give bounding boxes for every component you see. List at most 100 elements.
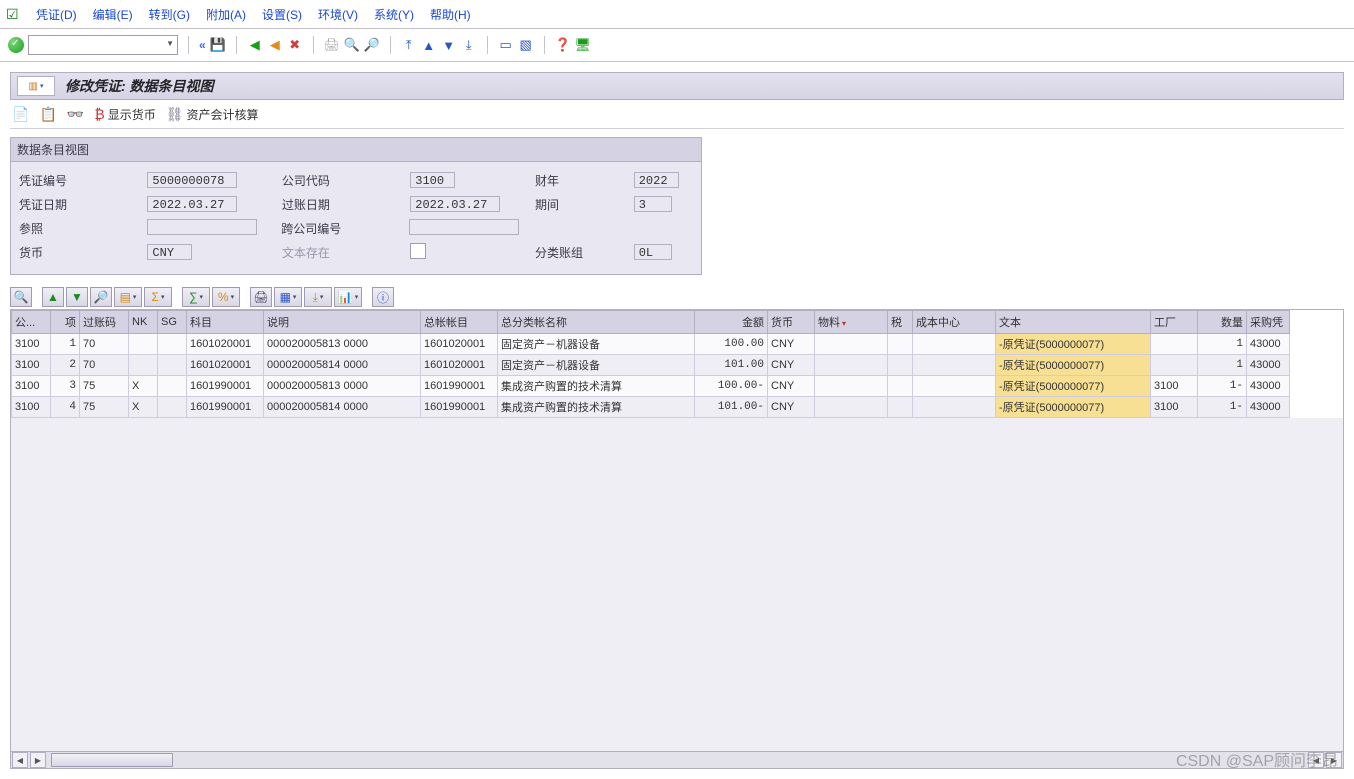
alv-layout-icon[interactable]: 📊▾ <box>334 287 362 307</box>
back-icon[interactable]: ◀ <box>247 37 263 53</box>
column-header-nk[interactable]: NK <box>129 311 158 334</box>
cell-tax <box>888 397 913 418</box>
display-currency-button[interactable]: ₿ 显示货币 <box>94 106 155 123</box>
cell-gl: 1601990001 <box>421 397 498 418</box>
shortcut-icon[interactable]: ▧ <box>518 37 534 53</box>
first-page-icon[interactable]: ⤒ <box>401 37 417 53</box>
title-tree-icon[interactable]: ▥▾ <box>17 76 55 96</box>
enter-icon[interactable] <box>8 37 24 53</box>
menu-settings[interactable]: 设置(S) <box>254 6 310 23</box>
horizontal-scrollbar[interactable]: ◀ ▶ ◀ ▶ <box>11 751 1343 768</box>
alv-print-icon[interactable]: 🖨 <box>250 287 272 307</box>
display-header-icon[interactable]: 📋 <box>39 106 56 123</box>
column-header-pkey[interactable]: 过账码 <box>80 311 129 334</box>
scroll-thumb[interactable] <box>51 753 173 767</box>
alv-export-icon[interactable]: ⤓▾ <box>304 287 332 307</box>
help-icon[interactable]: ❓ <box>555 37 571 53</box>
command-dropdown-icon[interactable]: ▼ <box>166 39 174 48</box>
text-exists-label: 文本存在 <box>276 244 410 261</box>
column-header-amount[interactable]: 金额 <box>695 311 768 334</box>
asset-accounting-button[interactable]: ⛓ 资产会计核算 <box>166 106 259 123</box>
cell-gl: 1601020001 <box>421 334 498 355</box>
fiscal-year-field[interactable]: 2022 <box>634 172 679 188</box>
table-row[interactable]: 3100375X1601990001000020005813 000016019… <box>12 376 1290 397</box>
column-header-po[interactable]: 采购凭 <box>1247 311 1290 334</box>
column-header-curr[interactable]: 货币 <box>768 311 815 334</box>
menu-goto[interactable]: 转到(G) <box>141 6 198 23</box>
alv-total-icon[interactable]: Σ▾ <box>144 287 172 307</box>
alv-find-icon[interactable]: 🔎 <box>90 287 112 307</box>
toolbar-separator <box>188 36 189 54</box>
cancel-icon[interactable]: ✖ <box>287 37 303 53</box>
column-header-item[interactable]: 项 <box>51 311 80 334</box>
reference-field[interactable] <box>147 219 257 235</box>
table-row[interactable]: 3100475X1601990001000020005814 000016019… <box>12 397 1290 418</box>
column-header-cc[interactable]: 成本中心 <box>913 311 996 334</box>
menu-document[interactable]: 凭证(D) <box>28 6 85 23</box>
alv-expand-icon[interactable]: %▾ <box>212 287 240 307</box>
alv-details-icon[interactable]: 🔍 <box>10 287 32 307</box>
scroll-right2-icon[interactable]: ▶ <box>1326 752 1342 768</box>
scroll-left2-icon[interactable]: ◀ <box>1308 752 1324 768</box>
header-data-group: 数据条目视图 凭证编号 5000000078 公司代码 3100 财年 2022… <box>10 137 702 275</box>
next-page-icon[interactable]: ▼ <box>441 37 457 53</box>
menu-system[interactable]: 系统(Y) <box>366 6 422 23</box>
cell-tax <box>888 334 913 355</box>
menu-edit[interactable]: 编辑(E) <box>85 6 141 23</box>
crosscompany-field[interactable] <box>409 219 519 235</box>
prev-page-icon[interactable]: ▲ <box>421 37 437 53</box>
alv-filter-icon[interactable]: ▤▾ <box>114 287 142 307</box>
menu-environment[interactable]: 环境(V) <box>310 6 366 23</box>
doc-number-field[interactable]: 5000000078 <box>147 172 237 188</box>
cell-amount: 101.00 <box>695 355 768 376</box>
alv-info-icon[interactable]: ⓘ <box>372 287 394 307</box>
cell-plant <box>1151 334 1198 355</box>
column-header-plant[interactable]: 工厂 <box>1151 311 1198 334</box>
scroll-track[interactable] <box>47 753 1307 767</box>
column-header-tax[interactable]: 税 <box>888 311 913 334</box>
save-icon[interactable]: 💾 <box>210 37 226 53</box>
session-menu-icon[interactable]: ☑ <box>6 6 24 23</box>
cell-plant: 3100 <box>1151 397 1198 418</box>
new-session-icon[interactable]: ▭ <box>498 37 514 53</box>
alv-subtotals-icon[interactable]: ∑▾ <box>182 287 210 307</box>
alv-sort-desc-icon[interactable]: ▼ <box>66 287 88 307</box>
scroll-left-icon[interactable]: ◀ <box>12 752 28 768</box>
menu-extras[interactable]: 附加(A) <box>198 6 254 23</box>
company-code-field[interactable]: 3100 <box>410 172 455 188</box>
exit-icon[interactable]: ◀ <box>267 37 283 53</box>
cell-material <box>815 376 888 397</box>
column-header-desc[interactable]: 说明 <box>264 311 421 334</box>
alv-view-icon[interactable]: ▦▾ <box>274 287 302 307</box>
other-doc-icon[interactable]: 📄 <box>12 106 29 123</box>
table-row[interactable]: 31002701601020001000020005814 0000160102… <box>12 355 1290 376</box>
posting-date-field[interactable]: 2022.03.27 <box>410 196 500 212</box>
cell-pkey: 75 <box>80 376 129 397</box>
column-header-gl[interactable]: 总帐帐目 <box>421 311 498 334</box>
alv-sort-asc-icon[interactable]: ▲ <box>42 287 64 307</box>
command-field[interactable] <box>28 35 178 55</box>
cell-po: 43000 <box>1247 397 1290 418</box>
currency-field[interactable]: CNY <box>147 244 192 260</box>
period-field[interactable]: 3 <box>634 196 672 212</box>
column-header-text[interactable]: 文本 <box>996 311 1151 334</box>
column-header-co[interactable]: 公... <box>12 311 51 334</box>
menu-help[interactable]: 帮助(H) <box>422 6 479 23</box>
column-header-account[interactable]: 科目 <box>187 311 264 334</box>
local-layout-icon[interactable]: 🖥 <box>575 37 591 53</box>
doc-date-field[interactable]: 2022.03.27 <box>147 196 237 212</box>
scroll-right-icon[interactable]: ▶ <box>30 752 46 768</box>
last-page-icon[interactable]: ⤓ <box>461 37 477 53</box>
ledger-group-field[interactable]: 0L <box>634 244 672 260</box>
cell-cc <box>913 397 996 418</box>
column-header-qty[interactable]: 数量 <box>1198 311 1247 334</box>
column-header-material[interactable]: 物料 <box>815 311 888 334</box>
text-exists-checkbox[interactable] <box>410 243 426 259</box>
posting-date-label: 过账日期 <box>276 196 410 213</box>
table-row[interactable]: 31001701601020001000020005813 0000160102… <box>12 334 1290 355</box>
collapse-icon[interactable]: « <box>199 38 206 52</box>
column-header-glname[interactable]: 总分类帐名称 <box>498 311 695 334</box>
asset-accounting-label: 资产会计核算 <box>186 106 258 123</box>
print-preview-icon[interactable]: 👓 <box>67 106 84 123</box>
column-header-sg[interactable]: SG <box>158 311 187 334</box>
